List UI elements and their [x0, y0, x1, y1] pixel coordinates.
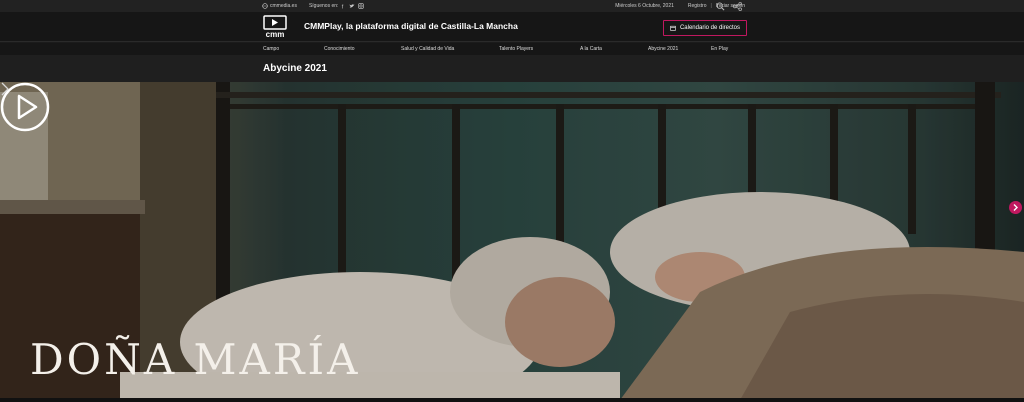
svg-text:f: f	[342, 4, 344, 9]
nav-item-conocimiento[interactable]: Conocimiento	[324, 46, 355, 52]
site-link-label: cmmedia.es	[270, 3, 297, 9]
carousel-next-button[interactable]	[1009, 201, 1022, 214]
top-left-group: cmmedia.es Síguenos en: f	[262, 3, 365, 9]
logo-icon: cmm	[263, 15, 287, 39]
facebook-icon[interactable]: f	[340, 3, 346, 9]
search-icon[interactable]	[716, 1, 725, 11]
top-utility-bar: cmmedia.es Síguenos en: f Miércoles 6 Oc…	[0, 0, 1024, 12]
main-nav: Campo Conocimiento Salud y Calidad de Vi…	[0, 43, 1024, 55]
instagram-icon[interactable]	[358, 3, 365, 9]
nav-item-campo[interactable]: Campo	[263, 46, 279, 52]
hero-title: DOÑA MARÍA	[30, 335, 361, 384]
separator: |	[710, 3, 712, 9]
logo-text: cmm	[266, 30, 285, 39]
calendar-icon	[670, 25, 676, 31]
site-link[interactable]: cmmedia.es	[262, 3, 297, 9]
nav-item-talento[interactable]: Talento Players	[499, 46, 533, 52]
site-title: CMMPlay, la plataforma digital de Castil…	[304, 21, 518, 31]
nav-item-abycine[interactable]: Abycine 2021	[648, 46, 678, 52]
arrow-right-icon	[1013, 204, 1018, 211]
live-calendar-label: Calendario de directos	[679, 25, 741, 31]
nav-item-en-play[interactable]: En Play	[711, 46, 728, 52]
section-bar	[0, 55, 1024, 82]
live-calendar-button[interactable]: Calendario de directos	[663, 20, 747, 36]
chevron-right-icon[interactable]	[0, 82, 10, 96]
follow-group: Síguenos en: f	[308, 3, 365, 9]
nav-item-a-la-carta[interactable]: A la Carta	[580, 46, 602, 52]
section-title: Abycine 2021	[263, 63, 327, 74]
hero-banner[interactable]: DOÑA MARÍA	[0, 82, 1024, 400]
twitter-icon[interactable]	[349, 3, 355, 9]
nav-item-salud[interactable]: Salud y Calidad de Vida	[401, 46, 454, 52]
globe-icon	[262, 3, 268, 9]
date-text: Miércoles 6 Octubre, 2021	[615, 3, 674, 9]
bottom-strip	[0, 398, 1024, 402]
top-tools	[716, 0, 742, 12]
cmm-logo[interactable]: cmm	[262, 15, 288, 39]
register-link[interactable]: Registro	[688, 3, 707, 9]
follow-label: Síguenos en:	[308, 3, 339, 9]
share-icon[interactable]	[733, 1, 742, 11]
